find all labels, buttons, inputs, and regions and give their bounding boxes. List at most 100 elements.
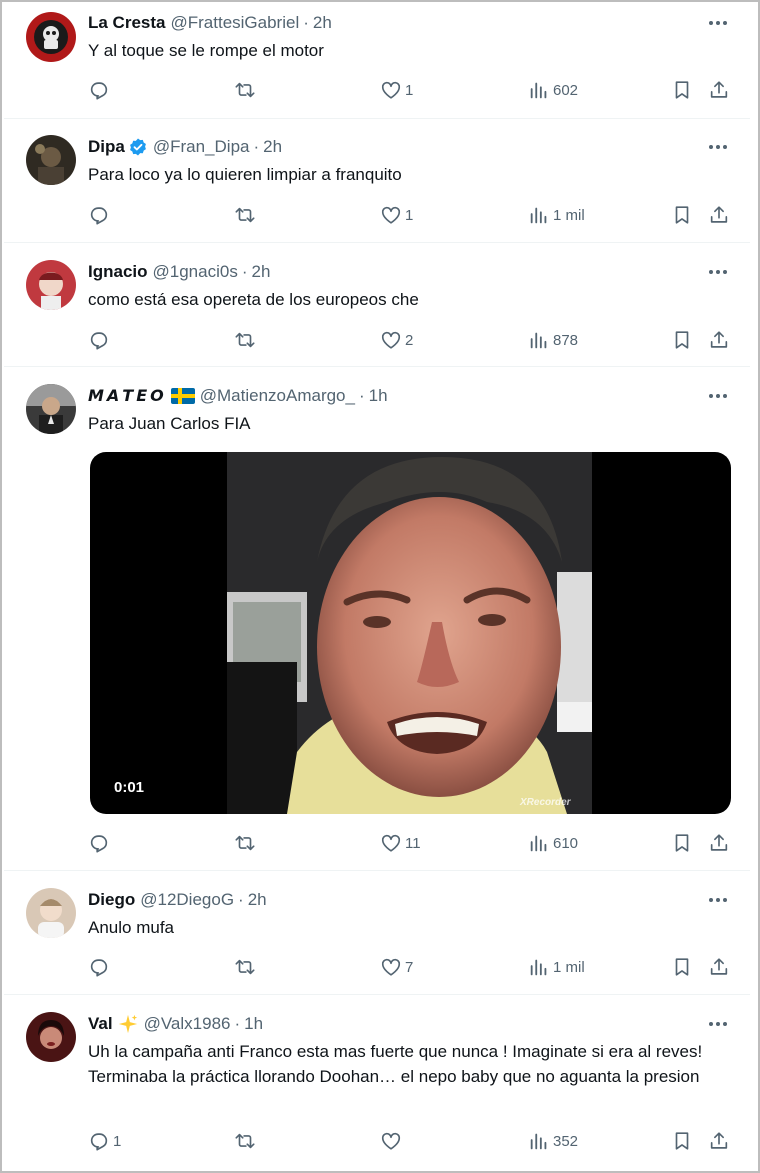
heart-icon <box>381 81 401 99</box>
video-watermark: XRecorder <box>520 797 571 808</box>
timestamp[interactable]: 2h <box>263 137 282 157</box>
more-options-icon[interactable] <box>706 1015 730 1033</box>
separator-dot: · <box>241 262 248 281</box>
more-options-icon[interactable] <box>706 387 730 405</box>
display-name[interactable]: Dipa <box>88 137 125 157</box>
share-icon <box>710 81 728 98</box>
more-options-icon[interactable] <box>706 263 730 281</box>
more-options-icon[interactable] <box>706 891 730 909</box>
views-button[interactable]: 878 <box>528 328 578 352</box>
more-options-icon[interactable] <box>706 138 730 156</box>
bookmark-button[interactable] <box>671 831 693 855</box>
display-name[interactable]: 𝙈𝘼𝙏𝙀𝙊 <box>88 386 167 406</box>
share-button[interactable] <box>708 328 730 352</box>
separator-dot: · <box>358 386 365 405</box>
bookmark-icon <box>675 1132 689 1150</box>
retweet-button[interactable] <box>234 78 259 102</box>
reply-button[interactable] <box>88 328 113 352</box>
share-button[interactable] <box>708 203 730 227</box>
display-name[interactable]: Ignacio <box>88 262 148 282</box>
retweet-button[interactable] <box>234 1129 259 1153</box>
tweet[interactable]: 𝙈𝘼𝙏𝙀𝙊 @MatienzoAmargo_ · 1h Para Juan Ca… <box>4 367 750 871</box>
avatar[interactable] <box>26 260 76 310</box>
share-button[interactable] <box>708 955 730 979</box>
heart-icon <box>381 834 401 852</box>
tweet[interactable]: La Cresta @FrattesiGabriel · 2h Y al toq… <box>4 2 750 119</box>
retweet-button[interactable] <box>234 203 259 227</box>
views-button[interactable]: 602 <box>528 78 578 102</box>
bookmark-button[interactable] <box>671 955 693 979</box>
bookmark-icon <box>675 834 689 852</box>
avatar[interactable] <box>26 888 76 938</box>
tweet-text: como está esa opereta de los europeos ch… <box>88 290 419 309</box>
share-icon <box>710 331 728 348</box>
share-button[interactable] <box>708 78 730 102</box>
user-handle[interactable]: @FrattesiGabriel <box>170 13 299 33</box>
reply-button[interactable] <box>88 203 113 227</box>
display-name[interactable]: La Cresta <box>88 13 165 33</box>
video-player[interactable]: 0:01 XRecorder <box>90 452 731 814</box>
user-handle[interactable]: @12DiegoG <box>140 890 234 910</box>
reply-button[interactable]: 1 <box>88 1129 121 1153</box>
tweet[interactable]: Diego @12DiegoG · 2h Anulo mufa 7 1 mil <box>4 871 750 995</box>
tweet-text: Y al toque se le rompe el motor <box>88 41 324 60</box>
like-button[interactable]: 1 <box>380 78 413 102</box>
like-button[interactable]: 1 <box>380 203 413 227</box>
display-name[interactable]: Val <box>88 1014 113 1034</box>
share-button[interactable] <box>708 831 730 855</box>
display-name[interactable]: Diego <box>88 890 135 910</box>
retweet-button[interactable] <box>234 831 259 855</box>
reply-button[interactable] <box>88 78 113 102</box>
bookmark-button[interactable] <box>671 328 693 352</box>
tweet[interactable]: Ignacio @1gnaci0s · 2h como está esa ope… <box>4 243 750 367</box>
views-button[interactable]: 352 <box>528 1129 578 1153</box>
views-button[interactable]: 610 <box>528 831 578 855</box>
views-chart-icon <box>530 1133 547 1150</box>
like-button[interactable]: 7 <box>380 955 413 979</box>
avatar[interactable] <box>26 12 76 62</box>
bookmark-button[interactable] <box>671 78 693 102</box>
timestamp[interactable]: 1h <box>369 386 388 406</box>
user-handle[interactable]: @1gnaci0s <box>153 262 238 282</box>
action-bar: 1 602 <box>88 78 728 102</box>
retweet-button[interactable] <box>234 328 259 352</box>
bookmark-button[interactable] <box>671 1129 693 1153</box>
heart-icon <box>381 331 401 349</box>
action-bar: 1 1 mil <box>88 203 728 227</box>
timestamp[interactable]: 2h <box>252 262 271 282</box>
views-button[interactable]: 1 mil <box>528 955 585 979</box>
separator-dot: · <box>234 1014 241 1033</box>
timestamp[interactable]: 2h <box>313 13 332 33</box>
user-handle[interactable]: @Valx1986 <box>144 1014 231 1034</box>
timestamp[interactable]: 2h <box>248 890 267 910</box>
video-timer: 0:01 <box>114 779 145 796</box>
separator-dot: · <box>253 137 260 156</box>
separator-dot: · <box>303 13 309 32</box>
views-button[interactable]: 1 mil <box>528 203 585 227</box>
like-button[interactable] <box>380 1129 405 1153</box>
view-count: 878 <box>553 331 579 349</box>
verified-badge-icon <box>125 137 148 157</box>
reply-button[interactable] <box>88 955 113 979</box>
retweet-icon <box>235 207 255 223</box>
bookmark-icon <box>675 81 689 99</box>
bookmark-button[interactable] <box>671 203 693 227</box>
reply-icon <box>90 835 108 853</box>
user-handle[interactable]: @Fran_Dipa <box>153 137 250 157</box>
tweet[interactable]: Val @Valx1986 · 1h Uh la campaña anti Fr… <box>4 995 750 1171</box>
tweet[interactable]: Dipa @Fran_Dipa · 2h Para loco ya lo qui… <box>4 119 750 243</box>
more-options-icon[interactable] <box>706 14 730 32</box>
share-button[interactable] <box>708 1129 730 1153</box>
retweet-icon <box>235 1133 255 1149</box>
reply-button[interactable] <box>88 831 113 855</box>
sparkles-emoji-icon <box>117 1013 139 1035</box>
retweet-button[interactable] <box>234 955 259 979</box>
like-button[interactable]: 2 <box>380 328 413 352</box>
avatar[interactable] <box>26 1012 76 1062</box>
timestamp[interactable]: 1h <box>244 1014 263 1034</box>
user-handle[interactable]: @MatienzoAmargo_ <box>200 386 355 406</box>
avatar[interactable] <box>26 384 76 434</box>
like-button[interactable]: 11 <box>380 831 421 855</box>
avatar-image <box>26 888 76 938</box>
avatar[interactable] <box>26 135 76 185</box>
